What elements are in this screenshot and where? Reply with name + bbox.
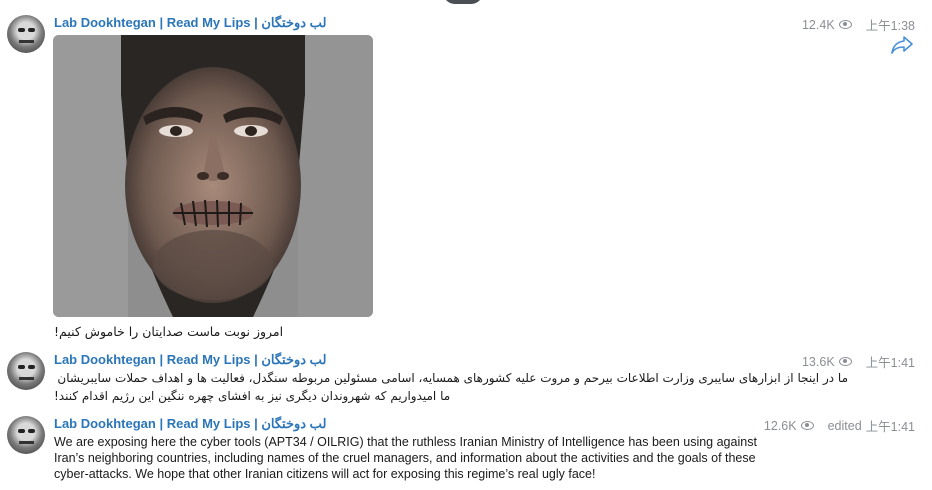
message-body-line: cyber-attacks. We hope that other Irania…: [54, 467, 596, 481]
message-caption: امروز نوبت ماست صدایتان را خاموش کنیم!: [54, 324, 284, 339]
message-body-line: ما در اینجا از ابزارهای سایبری وزارت اطل…: [54, 371, 848, 385]
message-body-line: We are exposing here the cyber tools (AP…: [54, 435, 757, 449]
sender-name[interactable]: Lab Dookhtegan | Read My Lips | لب دوختگ…: [54, 15, 326, 31]
channel-avatar[interactable]: [7, 416, 45, 454]
window-top-handle: [443, 0, 483, 4]
message-body-line: ما امیدواریم که شهروندان دیگری نیز به اف…: [54, 389, 451, 403]
message-body-line: Iran’s neighboring countries, including …: [54, 451, 756, 465]
view-count: 13.6K: [801, 354, 835, 369]
sender-name[interactable]: Lab Dookhtegan | Read My Lips | لب دوختگ…: [54, 352, 326, 368]
channel-avatar[interactable]: [7, 352, 45, 390]
eye-icon: [800, 421, 814, 430]
eye-icon: [838, 357, 852, 366]
eye-icon: [838, 20, 852, 29]
message-time: 上午1:41: [865, 356, 915, 370]
message-time: 上午1:41: [865, 420, 915, 434]
message-photo[interactable]: [53, 35, 373, 317]
message-meta: 12.6K edited 上午1:41: [764, 416, 915, 435]
view-count: 12.4K: [801, 17, 835, 32]
message-meta: 12.4K 上午1:38: [802, 15, 915, 34]
view-count: 12.6K: [763, 418, 797, 433]
edited-label: edited: [827, 418, 862, 433]
sender-name[interactable]: Lab Dookhtegan | Read My Lips | لب دوختگ…: [54, 416, 326, 432]
channel-avatar[interactable]: [7, 15, 45, 53]
message-time: 上午1:38: [865, 19, 915, 33]
share-arrow-icon[interactable]: [890, 35, 914, 55]
